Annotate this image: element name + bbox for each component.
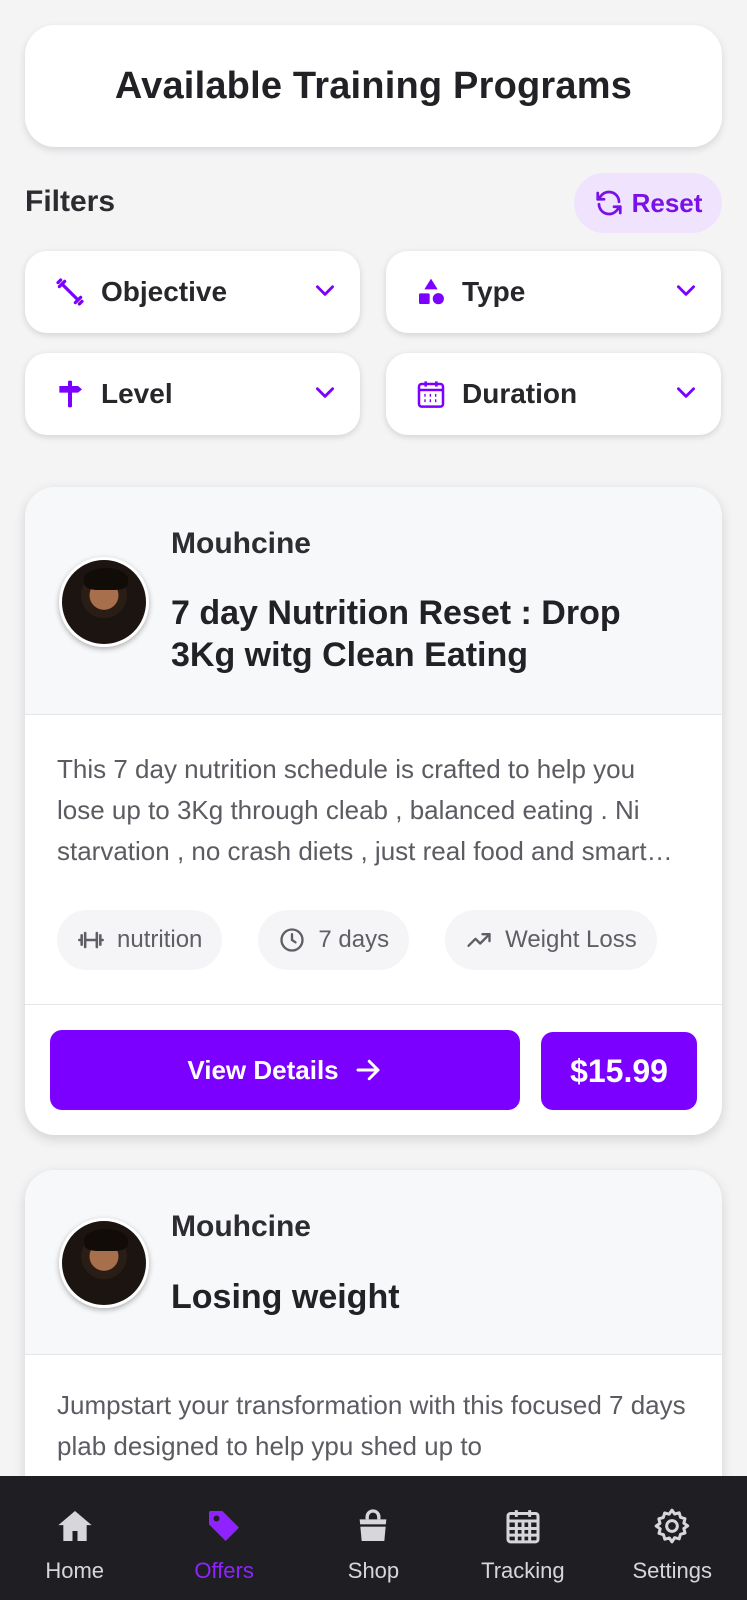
nav-item-settings[interactable]: Settings xyxy=(602,1506,742,1584)
program-card[interactable]: Mouhcine 7 day Nutrition Reset : Drop 3K… xyxy=(25,487,722,1135)
nav-label-offers: Offers xyxy=(194,1558,254,1583)
chevron-down-icon xyxy=(673,277,699,308)
program-title: Losing weight xyxy=(171,1278,400,1316)
filter-type[interactable]: Type xyxy=(386,251,721,333)
filter-level-label: Level xyxy=(101,378,173,409)
signpost-icon xyxy=(53,377,87,411)
tag-category-label: nutrition xyxy=(117,926,203,953)
page-title: Available Training Programs xyxy=(114,64,633,107)
nav-label-tracking: Tracking xyxy=(481,1558,565,1583)
nav-item-offers[interactable]: Offers xyxy=(154,1506,294,1584)
program-card-footer: View Details $15.99 xyxy=(25,1004,722,1135)
shopping-bag-icon xyxy=(360,1509,387,1541)
home-icon xyxy=(58,1511,92,1541)
program-title: 7 day Nutrition Reset : Drop 3Kg witg Cl… xyxy=(171,594,621,674)
tag-goal: Weight Loss xyxy=(445,910,657,970)
reset-label: Reset xyxy=(631,187,703,218)
nav-label-settings: Settings xyxy=(632,1558,713,1583)
tag-icon xyxy=(209,1511,240,1541)
view-details-button[interactable]: View Details xyxy=(50,1030,520,1110)
chevron-down-icon xyxy=(312,379,338,410)
refresh-icon xyxy=(595,190,622,216)
clock-icon xyxy=(280,928,305,952)
coach-name: Mouhcine xyxy=(171,1210,311,1243)
avatar xyxy=(59,1218,149,1308)
program-description: This 7 day nutrition schedule is crafted… xyxy=(57,754,647,866)
filter-duration-label: Duration xyxy=(462,378,578,409)
program-description: Jumpstart your transformation with this … xyxy=(57,1390,686,1461)
calendar-grid-icon xyxy=(506,1510,540,1544)
nav-item-shop[interactable]: Shop xyxy=(303,1506,443,1584)
tag-category: nutrition xyxy=(57,910,223,970)
program-card-header: Mouhcine 7 day Nutrition Reset : Drop 3K… xyxy=(25,487,722,715)
arrow-right-icon xyxy=(356,1059,380,1081)
filter-objective-label: Objective xyxy=(101,276,228,307)
filter-objective[interactable]: Objective xyxy=(25,251,360,333)
bottom-nav: Home Offers Shop Tracking Settings xyxy=(0,1476,747,1600)
tag-goal-label: Weight Loss xyxy=(505,926,637,953)
dumbbell-icon xyxy=(78,931,104,949)
coach-name: Mouhcine xyxy=(171,527,311,560)
calendar-icon xyxy=(414,377,448,411)
shapes-icon xyxy=(414,275,448,309)
trending-up-icon xyxy=(467,933,491,947)
program-tags: nutrition 7 days Weight Loss xyxy=(57,910,657,970)
nav-label-shop: Shop xyxy=(347,1558,400,1583)
price-button[interactable]: $15.99 xyxy=(541,1032,697,1110)
reset-button[interactable]: Reset xyxy=(574,173,722,233)
chevron-down-icon xyxy=(312,277,338,308)
nav-item-tracking[interactable]: Tracking xyxy=(453,1506,593,1584)
program-card-header: Mouhcine Losing weight xyxy=(25,1170,722,1355)
barbell-icon xyxy=(53,275,87,309)
tag-duration: 7 days xyxy=(258,910,410,970)
training-programs-screen: Available Training Programs Filters Rese… xyxy=(0,0,747,1600)
nav-label-home: Home xyxy=(45,1558,105,1583)
filter-type-label: Type xyxy=(462,276,526,307)
avatar xyxy=(59,557,149,647)
gear-icon xyxy=(654,1508,690,1544)
nav-item-home[interactable]: Home xyxy=(5,1506,145,1584)
filter-level[interactable]: Level xyxy=(25,353,360,435)
header-card: Available Training Programs xyxy=(25,25,722,147)
view-details-label: View Details xyxy=(187,1054,339,1085)
filters-label: Filters xyxy=(25,185,116,218)
tag-duration-label: 7 days xyxy=(318,926,390,953)
filter-duration[interactable]: Duration xyxy=(386,353,721,435)
chevron-down-icon xyxy=(673,379,699,410)
